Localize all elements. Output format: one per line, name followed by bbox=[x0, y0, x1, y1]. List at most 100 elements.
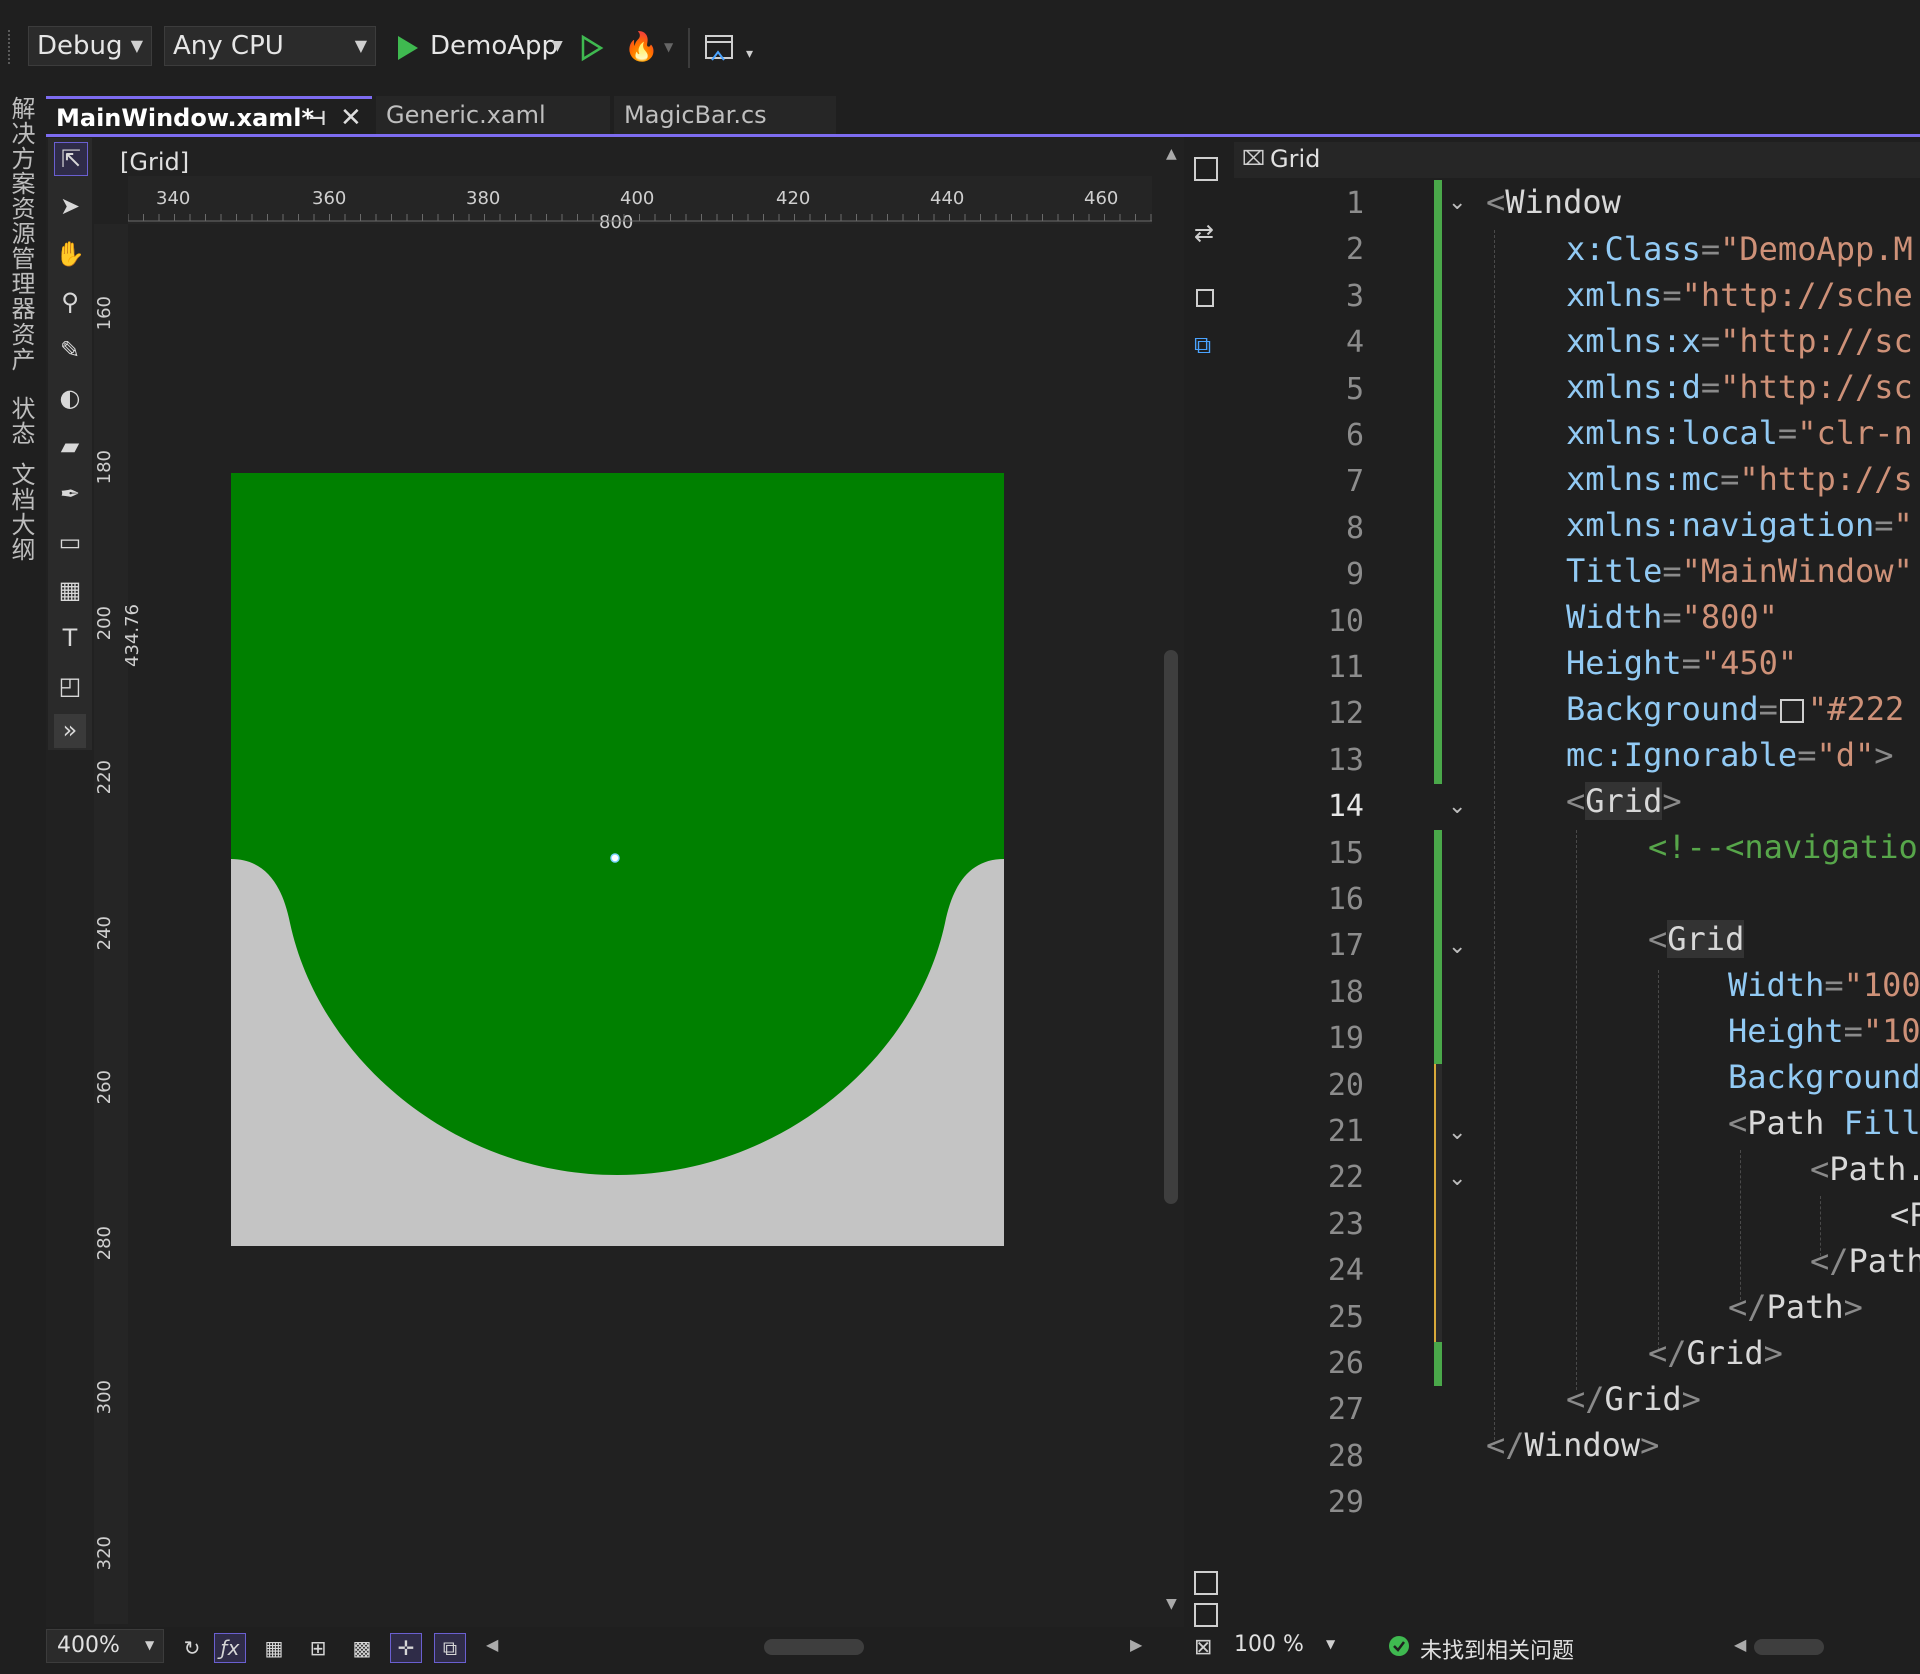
zoom-icon[interactable]: ⚲ bbox=[54, 286, 86, 318]
project-code-icon[interactable]: ⧉ bbox=[434, 1633, 466, 1663]
code-line-6[interactable]: xmlns:local="clr-n bbox=[1566, 414, 1913, 452]
code-line-27[interactable]: </Grid> bbox=[1566, 1380, 1701, 1418]
pen-icon[interactable]: ✒ bbox=[54, 478, 86, 510]
textblock-icon[interactable]: T bbox=[54, 622, 86, 654]
select-tool-icon[interactable]: ⇱ bbox=[54, 142, 88, 176]
collapse-chevron-icon[interactable]: ⌄ bbox=[1448, 794, 1466, 819]
code-line-22[interactable]: <Path. bbox=[1810, 1150, 1920, 1188]
scroll-right-icon[interactable]: ▶ bbox=[1130, 1635, 1142, 1654]
document-outline-tab[interactable]: 文档大纲 bbox=[4, 462, 39, 562]
scroll-left-icon[interactable]: ◀ bbox=[486, 1635, 498, 1654]
code-line-3[interactable]: xmlns="http://sche bbox=[1566, 276, 1913, 314]
code-line-4[interactable]: xmlns:x="http://sc bbox=[1566, 322, 1913, 360]
horizontal-split-icon[interactable] bbox=[1194, 1603, 1218, 1627]
code-line-28[interactable]: </Window> bbox=[1486, 1426, 1659, 1464]
grid-layout-icon[interactable]: ▦ bbox=[54, 574, 86, 606]
direct-select-icon[interactable]: ➤ bbox=[54, 190, 86, 222]
snap-to-grid-icon[interactable]: ⊞ bbox=[302, 1633, 334, 1663]
code-line-10[interactable]: Width="800" bbox=[1566, 598, 1778, 636]
collapse-chevron-icon[interactable]: ⌄ bbox=[1448, 1166, 1466, 1191]
code-line-19[interactable]: Height="10 bbox=[1728, 1012, 1920, 1050]
design-canvas[interactable] bbox=[231, 473, 1004, 1246]
code-line-18[interactable]: Width="100 bbox=[1728, 966, 1920, 1004]
snap-to-snaplines-icon[interactable]: ✛ bbox=[390, 1633, 422, 1663]
code-line-25[interactable]: </Path> bbox=[1728, 1288, 1863, 1326]
tab-magicbar-cs[interactable]: MagicBar.cs bbox=[614, 96, 836, 134]
code-line-24[interactable]: </Path bbox=[1810, 1242, 1920, 1280]
center-anchor-point[interactable] bbox=[610, 853, 620, 863]
ruler-tick-label: 380 bbox=[466, 188, 501, 209]
collapse-pane-icon[interactable] bbox=[1196, 289, 1214, 307]
code-line-1[interactable]: <Window bbox=[1486, 183, 1621, 221]
code-line-15[interactable]: <!--<navigatio bbox=[1648, 828, 1918, 866]
code-line-21[interactable]: <Path Fill bbox=[1728, 1104, 1920, 1142]
designer-breadcrumb[interactable]: [Grid] bbox=[120, 148, 189, 176]
code-line-13[interactable]: mc:Ignorable="d"> bbox=[1566, 736, 1894, 774]
color-swatch[interactable] bbox=[1779, 699, 1804, 723]
vertical-split-icon[interactable] bbox=[1194, 1571, 1218, 1595]
close-icon[interactable]: ✕ bbox=[340, 99, 362, 137]
tab-label: Generic.xaml bbox=[386, 101, 546, 129]
play-icon bbox=[398, 36, 418, 60]
collapse-chevron-icon[interactable]: ⌄ bbox=[1448, 1120, 1466, 1145]
expand-pane-icon[interactable]: ⊠ bbox=[1194, 1635, 1212, 1660]
code-line-14[interactable]: <Grid> bbox=[1566, 782, 1682, 820]
expand-toolbox-icon[interactable]: » bbox=[54, 714, 86, 748]
start-debugging-button[interactable]: DemoApp ▼ bbox=[394, 28, 566, 68]
code-line-26[interactable]: </Grid> bbox=[1648, 1334, 1783, 1372]
scroll-up-icon[interactable]: ▲ bbox=[1166, 146, 1177, 162]
line-number: 28 bbox=[1327, 1438, 1364, 1474]
code-line-11[interactable]: Height="450" bbox=[1566, 644, 1797, 682]
code-line-23[interactable]: <P bbox=[1890, 1196, 1920, 1234]
artboard-background-icon[interactable]: ▩ bbox=[346, 1633, 378, 1663]
scroll-left-icon[interactable]: ◀ bbox=[1734, 1635, 1746, 1654]
eyedropper-icon[interactable]: ✎ bbox=[54, 334, 86, 366]
collapse-chevron-icon[interactable]: ⌄ bbox=[1448, 934, 1466, 959]
code-line-7[interactable]: xmlns:mc="http://s bbox=[1566, 460, 1913, 498]
effects-fx-icon[interactable]: ƒx bbox=[214, 1633, 246, 1663]
designer-zoom-dropdown[interactable]: 400% ▼ bbox=[46, 1629, 164, 1663]
editor-breadcrumb[interactable]: ⌧ Grid bbox=[1234, 142, 1920, 178]
swap-panes-icon[interactable]: ⇄ bbox=[1194, 219, 1214, 247]
browser-link-icon[interactable] bbox=[704, 32, 736, 64]
hot-reload-icon[interactable]: 🔥 bbox=[624, 30, 659, 63]
solution-configuration-dropdown[interactable]: Debug ▼ bbox=[28, 26, 152, 66]
rectangle-icon[interactable]: ▭ bbox=[54, 526, 86, 558]
scrollbar-thumb[interactable] bbox=[1164, 650, 1178, 1204]
collapse-chevron-icon[interactable]: ⌄ bbox=[1448, 190, 1466, 215]
solution-explorer-tab[interactable]: 解决方案资源管理器 bbox=[4, 96, 39, 321]
states-tab[interactable]: 状态 bbox=[4, 396, 39, 446]
indent-guide bbox=[1740, 1150, 1741, 1300]
eraser-icon[interactable]: ▰ bbox=[54, 430, 86, 462]
pan-hand-icon[interactable]: ✋ bbox=[54, 238, 86, 270]
code-line-9[interactable]: Title="MainWindow" bbox=[1566, 552, 1913, 590]
editor-zoom-dropdown[interactable]: 100 % ▼ bbox=[1234, 1629, 1346, 1663]
show-grid-icon[interactable]: ▦ bbox=[258, 1633, 290, 1663]
horizontal-scrollbar-thumb[interactable] bbox=[764, 1639, 864, 1655]
tab-generic-xaml[interactable]: Generic.xaml bbox=[376, 96, 610, 134]
tab-label: MagicBar.cs bbox=[624, 101, 767, 129]
scroll-down-icon[interactable]: ▼ bbox=[1166, 1596, 1177, 1612]
pin-icon[interactable]: ⊣ bbox=[308, 99, 326, 137]
control-icon[interactable]: ◰ bbox=[54, 670, 86, 702]
code-line-17[interactable]: <Grid bbox=[1648, 920, 1745, 958]
design-view-icon[interactable] bbox=[1194, 157, 1218, 181]
popout-icon[interactable]: ⧉ bbox=[1194, 331, 1211, 359]
code-line-5[interactable]: xmlns:d="http://sc bbox=[1566, 368, 1913, 406]
code-line-12[interactable]: Background= "#222 bbox=[1566, 690, 1904, 728]
toolbar-overflow-icon[interactable]: ▾ bbox=[746, 46, 753, 62]
code-line-2[interactable]: x:Class="DemoApp.M bbox=[1566, 230, 1913, 268]
paint-bucket-icon[interactable]: ◐ bbox=[54, 382, 86, 414]
issues-status-label[interactable]: 未找到相关问题 bbox=[1420, 1633, 1574, 1665]
editor-horizontal-scrollbar-thumb[interactable] bbox=[1754, 1639, 1824, 1655]
refresh-icon[interactable]: ↻ bbox=[176, 1633, 208, 1663]
line-number: 17 bbox=[1327, 928, 1364, 964]
tab-mainwindow-xaml[interactable]: MainWindow.xaml* ⊣ ✕ bbox=[46, 96, 372, 134]
assets-tab[interactable]: 资产 bbox=[4, 322, 39, 372]
code-line-8[interactable]: xmlns:navigation=" bbox=[1566, 506, 1913, 544]
indent-guide bbox=[1494, 230, 1495, 1450]
designer-vertical-scrollbar[interactable]: ▲ ▼ bbox=[1160, 140, 1182, 1620]
platform-dropdown[interactable]: Any CPU ▼ bbox=[164, 26, 376, 66]
code-line-20[interactable]: Background bbox=[1728, 1058, 1920, 1096]
start-without-debugging-icon[interactable] bbox=[580, 34, 604, 62]
